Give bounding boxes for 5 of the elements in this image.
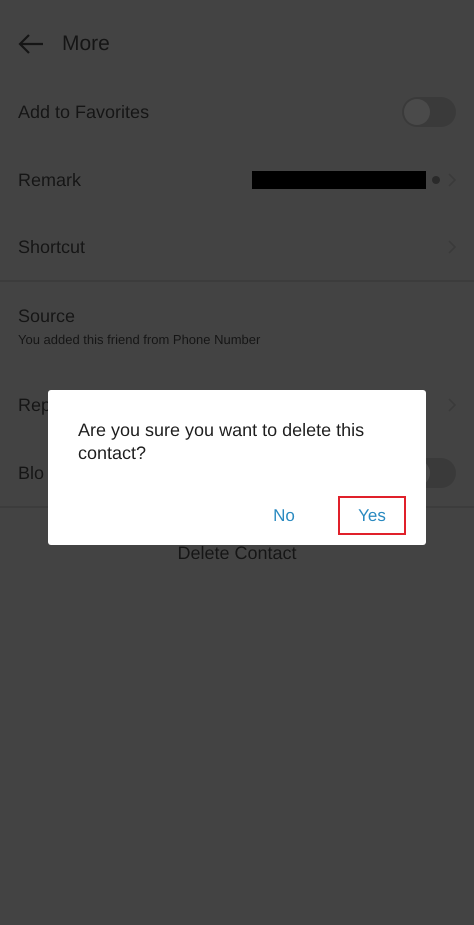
- dialog-button[interactable]: Yes: [338, 496, 406, 535]
- dot-icon: [432, 176, 440, 184]
- back-arrow-icon[interactable]: [18, 34, 44, 54]
- dialog-message: Are you sure you want to delete this contact?: [78, 419, 366, 465]
- dialog-button[interactable]: No: [250, 496, 318, 535]
